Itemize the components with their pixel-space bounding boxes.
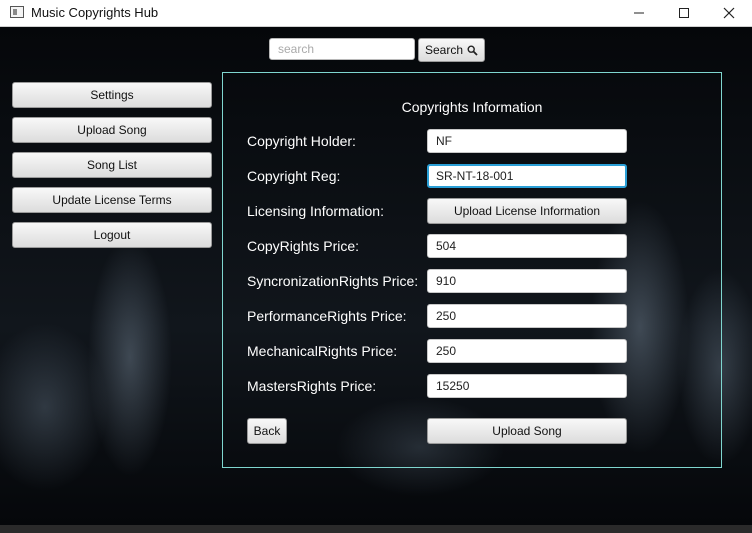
mechanical-rights-price-field[interactable] [427, 339, 627, 363]
app-icon [10, 6, 24, 18]
copyright-holder-label: Copyright Holder: [247, 133, 356, 149]
mechanical-rights-price-label: MechanicalRights Price: [247, 343, 398, 359]
back-button[interactable]: Back [247, 418, 287, 444]
upload-song-nav-button[interactable]: Upload Song [12, 117, 212, 143]
form-title: Copyrights Information [401, 99, 543, 115]
copyright-holder-field[interactable] [427, 129, 627, 153]
performance-rights-price-label: PerformanceRights Price: [247, 308, 407, 324]
upload-license-information-button[interactable]: Upload License Information [427, 198, 627, 224]
main-content: Search Settings Upload Song Song List Up… [0, 27, 752, 525]
window-bottom-edge [0, 525, 752, 533]
licensing-information-label: Licensing Information: [247, 203, 384, 219]
minimize-icon[interactable] [616, 0, 662, 26]
performance-rights-price-field[interactable] [427, 304, 627, 328]
search-icon [467, 44, 478, 56]
copyrights-price-label: CopyRights Price: [247, 238, 360, 254]
maximize-icon[interactable] [661, 0, 707, 26]
copyrights-form-panel: Copyrights Information Copyright Holder:… [222, 72, 722, 468]
song-list-button[interactable]: Song List [12, 152, 212, 178]
synchronization-rights-price-field[interactable] [427, 269, 627, 293]
update-license-terms-button[interactable]: Update License Terms [12, 187, 212, 213]
copyright-reg-label: Copyright Reg: [247, 168, 341, 184]
close-icon[interactable] [706, 0, 752, 26]
search-input[interactable] [269, 38, 415, 60]
settings-button[interactable]: Settings [12, 82, 212, 108]
synchronization-rights-price-label: SyncronizationRights Price: [247, 273, 419, 289]
logout-button[interactable]: Logout [12, 222, 212, 248]
window-title: Music Copyrights Hub [31, 5, 159, 20]
search-button[interactable]: Search [418, 38, 485, 62]
copyright-reg-field[interactable] [427, 164, 627, 188]
search-button-label: Search [424, 43, 464, 57]
upload-song-button[interactable]: Upload Song [427, 418, 627, 444]
copyrights-price-field[interactable] [427, 234, 627, 258]
masters-rights-price-field[interactable] [427, 374, 627, 398]
masters-rights-price-label: MastersRights Price: [247, 378, 377, 394]
title-bar: Music Copyrights Hub [0, 0, 752, 27]
